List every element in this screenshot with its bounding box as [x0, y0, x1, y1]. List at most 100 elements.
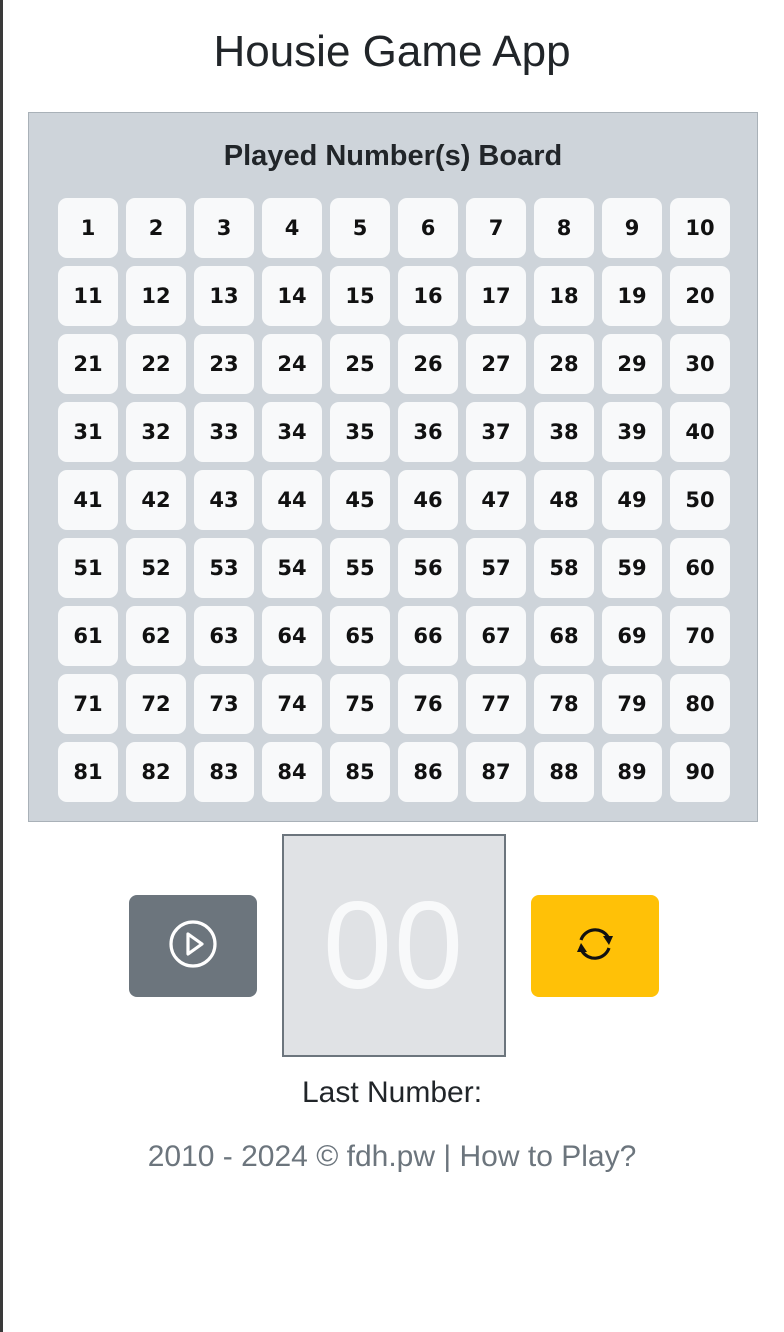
- number-cell[interactable]: 59: [602, 538, 662, 598]
- number-cell[interactable]: 21: [58, 334, 118, 394]
- number-cell[interactable]: 63: [194, 606, 254, 666]
- number-cell[interactable]: 25: [330, 334, 390, 394]
- number-cell[interactable]: 77: [466, 674, 526, 734]
- number-cell[interactable]: 75: [330, 674, 390, 734]
- number-cell[interactable]: 88: [534, 742, 594, 802]
- number-cell[interactable]: 16: [398, 266, 458, 326]
- number-cell[interactable]: 1: [58, 198, 118, 258]
- number-cell[interactable]: 58: [534, 538, 594, 598]
- number-cell[interactable]: 41: [58, 470, 118, 530]
- current-number: 00: [323, 876, 465, 1015]
- number-cell[interactable]: 43: [194, 470, 254, 530]
- number-cell[interactable]: 32: [126, 402, 186, 462]
- number-cell[interactable]: 86: [398, 742, 458, 802]
- number-cell[interactable]: 17: [466, 266, 526, 326]
- number-cell[interactable]: 90: [670, 742, 730, 802]
- number-cell[interactable]: 20: [670, 266, 730, 326]
- number-cell[interactable]: 84: [262, 742, 322, 802]
- number-cell[interactable]: 24: [262, 334, 322, 394]
- number-cell[interactable]: 70: [670, 606, 730, 666]
- window-edge: [0, 0, 3, 1332]
- number-cell[interactable]: 60: [670, 538, 730, 598]
- number-cell[interactable]: 28: [534, 334, 594, 394]
- number-cell[interactable]: 30: [670, 334, 730, 394]
- number-cell[interactable]: 47: [466, 470, 526, 530]
- number-cell[interactable]: 38: [534, 402, 594, 462]
- number-cell[interactable]: 73: [194, 674, 254, 734]
- number-cell[interactable]: 4: [262, 198, 322, 258]
- number-cell[interactable]: 51: [58, 538, 118, 598]
- number-cell[interactable]: 74: [262, 674, 322, 734]
- number-cell[interactable]: 37: [466, 402, 526, 462]
- number-cell[interactable]: 18: [534, 266, 594, 326]
- number-cell[interactable]: 36: [398, 402, 458, 462]
- number-cell[interactable]: 78: [534, 674, 594, 734]
- number-cell[interactable]: 22: [126, 334, 186, 394]
- number-cell[interactable]: 48: [534, 470, 594, 530]
- reset-button[interactable]: [531, 895, 659, 997]
- number-cell[interactable]: 40: [670, 402, 730, 462]
- number-cell[interactable]: 34: [262, 402, 322, 462]
- number-cell[interactable]: 9: [602, 198, 662, 258]
- refresh-arrows-icon: [569, 918, 621, 975]
- number-cell[interactable]: 11: [58, 266, 118, 326]
- number-cell[interactable]: 83: [194, 742, 254, 802]
- number-cell[interactable]: 23: [194, 334, 254, 394]
- number-cell[interactable]: 81: [58, 742, 118, 802]
- play-button[interactable]: [129, 895, 257, 997]
- number-cell[interactable]: 80: [670, 674, 730, 734]
- number-cell[interactable]: 76: [398, 674, 458, 734]
- number-cell[interactable]: 66: [398, 606, 458, 666]
- number-cell[interactable]: 53: [194, 538, 254, 598]
- footer: 2010 - 2024 © fdh.pw | How to Play?: [0, 1137, 784, 1177]
- number-cell[interactable]: 45: [330, 470, 390, 530]
- number-cell[interactable]: 10: [670, 198, 730, 258]
- number-cell[interactable]: 82: [126, 742, 186, 802]
- number-cell[interactable]: 57: [466, 538, 526, 598]
- number-cell[interactable]: 39: [602, 402, 662, 462]
- number-cell[interactable]: 19: [602, 266, 662, 326]
- number-cell[interactable]: 46: [398, 470, 458, 530]
- number-cell[interactable]: 5: [330, 198, 390, 258]
- played-numbers-board: Played Number(s) Board 1 2 3 4 5 6 7 8 9 10 11 12 13…: [28, 112, 758, 822]
- number-cell[interactable]: 3: [194, 198, 254, 258]
- number-cell[interactable]: 2: [126, 198, 186, 258]
- number-cell[interactable]: 69: [602, 606, 662, 666]
- number-cell[interactable]: 12: [126, 266, 186, 326]
- number-cell[interactable]: 56: [398, 538, 458, 598]
- number-cell[interactable]: 42: [126, 470, 186, 530]
- number-cell[interactable]: 64: [262, 606, 322, 666]
- number-cell[interactable]: 33: [194, 402, 254, 462]
- number-cell[interactable]: 8: [534, 198, 594, 258]
- number-cell[interactable]: 6: [398, 198, 458, 258]
- number-cell[interactable]: 65: [330, 606, 390, 666]
- number-cell[interactable]: 72: [126, 674, 186, 734]
- number-cell[interactable]: 55: [330, 538, 390, 598]
- number-cell[interactable]: 54: [262, 538, 322, 598]
- number-cell[interactable]: 62: [126, 606, 186, 666]
- footer-separator: |: [443, 1140, 452, 1173]
- number-cell[interactable]: 89: [602, 742, 662, 802]
- number-cell[interactable]: 49: [602, 470, 662, 530]
- current-number-display: 00: [282, 834, 506, 1057]
- number-cell[interactable]: 50: [670, 470, 730, 530]
- number-cell[interactable]: 31: [58, 402, 118, 462]
- number-cell[interactable]: 27: [466, 334, 526, 394]
- number-cell[interactable]: 29: [602, 334, 662, 394]
- number-cell[interactable]: 52: [126, 538, 186, 598]
- number-cell[interactable]: 15: [330, 266, 390, 326]
- number-cell[interactable]: 67: [466, 606, 526, 666]
- number-cell[interactable]: 85: [330, 742, 390, 802]
- how-to-play-link[interactable]: How to Play?: [460, 1140, 637, 1173]
- number-cell[interactable]: 13: [194, 266, 254, 326]
- number-cell[interactable]: 87: [466, 742, 526, 802]
- number-cell[interactable]: 71: [58, 674, 118, 734]
- number-cell[interactable]: 26: [398, 334, 458, 394]
- number-cell[interactable]: 68: [534, 606, 594, 666]
- number-cell[interactable]: 61: [58, 606, 118, 666]
- number-cell[interactable]: 7: [466, 198, 526, 258]
- number-cell[interactable]: 44: [262, 470, 322, 530]
- number-cell[interactable]: 79: [602, 674, 662, 734]
- number-cell[interactable]: 35: [330, 402, 390, 462]
- number-cell[interactable]: 14: [262, 266, 322, 326]
